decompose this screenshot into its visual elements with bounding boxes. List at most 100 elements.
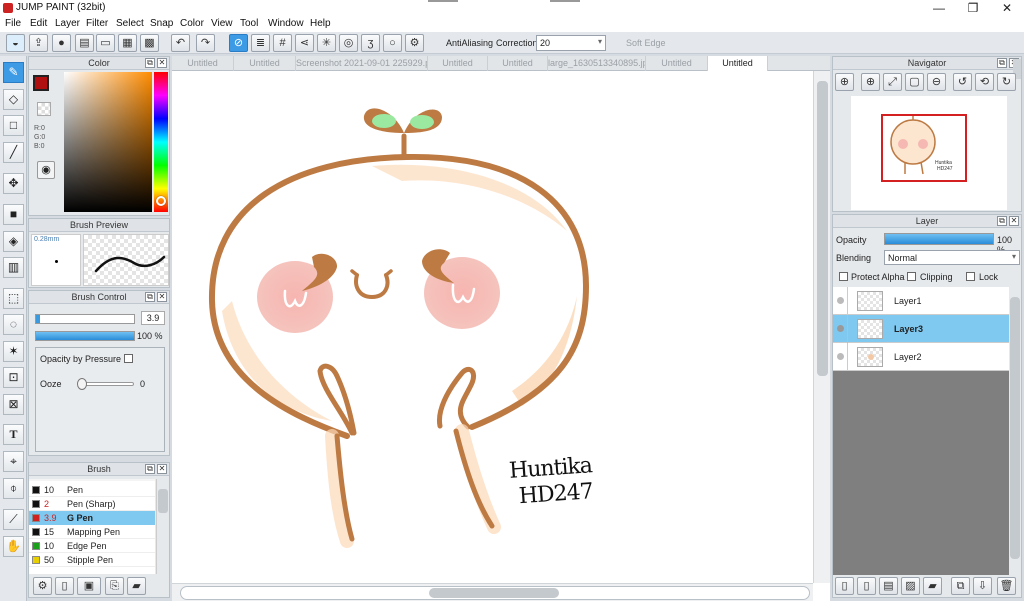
layer-visibility-icon[interactable] [837, 353, 844, 360]
rotate-reset-icon[interactable]: ⟲ [975, 73, 994, 91]
copy-brush-icon[interactable]: ⎘ [105, 577, 124, 595]
tab-active-document[interactable]: Untitled [708, 56, 768, 71]
magic-wand-tool-icon[interactable]: ✶ [3, 341, 24, 362]
new-brush-icon[interactable]: ▯ [55, 577, 74, 595]
layer-folder-icon[interactable]: ▰ [923, 577, 942, 595]
scrollbar-thumb[interactable] [1010, 297, 1020, 559]
brush-list-item[interactable]: 10 Pen [29, 483, 155, 497]
blending-select[interactable]: Normal ▾ [884, 250, 1020, 265]
lock-checkbox[interactable] [966, 272, 975, 281]
layer-list-scrollbar[interactable] [1009, 287, 1021, 575]
radial-snap-icon[interactable]: ✳ [317, 34, 336, 52]
canvas-vertical-scrollbar[interactable] [813, 71, 830, 583]
zoom-in-icon[interactable]: ⊕ [861, 73, 880, 91]
snap-off-icon[interactable]: ⊘ [229, 34, 248, 52]
menu-file[interactable]: File [5, 18, 21, 29]
tab-document[interactable]: Screenshot 2021-09-01 225929.png [296, 56, 428, 71]
eyedropper-tool-icon[interactable]: ⟋ [3, 509, 24, 530]
transparent-color-swatch[interactable] [37, 102, 51, 116]
rectangle-tool-icon[interactable]: □ [3, 115, 24, 136]
move-tool-icon[interactable]: ✥ [3, 173, 24, 194]
foreground-color-swatch[interactable] [33, 75, 49, 91]
parallel-lines-snap-icon[interactable]: ≣ [251, 34, 270, 52]
protect-alpha-checkbox[interactable] [839, 272, 848, 281]
dropper-tool-icon[interactable]: ⌽ [3, 478, 24, 499]
grid-snap-icon[interactable]: # [273, 34, 292, 52]
menu-layer[interactable]: Layer [55, 18, 80, 29]
scrollbar-track[interactable] [180, 586, 810, 600]
close-button[interactable]: ✕ [990, 0, 1024, 17]
eraser-tool-icon[interactable]: ◇ [3, 89, 24, 110]
layer-row[interactable]: Layer2 [833, 343, 1009, 371]
canvas-area[interactable]: Huntika HD247 [172, 56, 830, 601]
navigator-preview[interactable]: Huntika HD247 [851, 96, 1007, 210]
brush-size-slider[interactable] [35, 314, 135, 324]
scrollbar-thumb[interactable] [817, 81, 828, 376]
menu-help[interactable]: Help [310, 18, 331, 29]
gradient-tool-icon[interactable]: ▥ [3, 257, 24, 278]
panel-layout-icon[interactable]: ▦ [118, 34, 137, 52]
snap-settings-icon[interactable]: ⚙ [405, 34, 424, 52]
brush-folder-icon[interactable]: ▰ [127, 577, 146, 595]
clipping-checkbox[interactable] [907, 272, 916, 281]
zoom-actual-icon[interactable]: ⤢ [883, 73, 902, 91]
select-eraser-tool-icon[interactable]: ⊠ [3, 394, 24, 415]
menu-color[interactable]: Color [180, 18, 204, 29]
brush-size-value[interactable]: 3.9 [141, 311, 165, 325]
text-box-icon[interactable]: ▤ [75, 34, 94, 52]
tab-document[interactable]: Untitled [428, 56, 488, 71]
rotate-left-icon[interactable]: ↺ [953, 73, 972, 91]
canvas-horizontal-scrollbar[interactable] [172, 583, 813, 601]
tab-document[interactable]: Untitled [234, 56, 296, 71]
layer-opacity-slider[interactable] [884, 233, 994, 245]
select-pen-tool-icon[interactable]: ⊡ [3, 367, 24, 388]
merge-layer-icon[interactable]: ⇩ [973, 577, 992, 595]
brush-options-icon[interactable]: ▣ [77, 577, 101, 595]
navigator-viewport-frame[interactable]: Huntika HD247 [881, 114, 967, 182]
brush-list-scrollbar[interactable] [156, 479, 169, 574]
palette-icon[interactable]: ◉ [37, 161, 55, 179]
pointer-tool-icon[interactable]: ⌖ [3, 451, 24, 472]
rotate-right-icon[interactable]: ↻ [997, 73, 1016, 91]
fill-rect-tool-icon[interactable]: ■ [3, 204, 24, 225]
vanishing-point-snap-icon[interactable]: ⋖ [295, 34, 314, 52]
curve-snap-icon[interactable]: ʒ [361, 34, 380, 52]
layer-visibility-icon[interactable] [837, 297, 844, 304]
panel-float-icon[interactable]: ⧉ [145, 58, 155, 68]
drawing-canvas[interactable] [172, 71, 812, 583]
tab-document[interactable]: Untitled [172, 56, 234, 71]
circle-snap-icon[interactable]: ○ [383, 34, 402, 52]
menu-tool[interactable]: Tool [240, 18, 258, 29]
ooze-slider-handle[interactable] [77, 378, 87, 390]
undo-icon[interactable]: ↶ [171, 34, 190, 52]
concentric-snap-icon[interactable]: ◎ [339, 34, 358, 52]
panel-close-icon[interactable]: ✕ [1009, 216, 1019, 226]
hand-tool-icon[interactable]: ✋ [3, 536, 24, 557]
panel-float-icon[interactable]: ⧉ [997, 58, 1007, 68]
export-icon[interactable]: ⇪ [29, 34, 48, 52]
new-screentone-layer-icon[interactable]: ▨ [901, 577, 920, 595]
scrollbar-thumb[interactable] [429, 588, 559, 598]
panel-close-icon[interactable]: ✕ [157, 464, 167, 474]
panel-float-icon[interactable]: ⧉ [145, 292, 155, 302]
brush-list-item-selected[interactable]: 3.9 G Pen [29, 511, 155, 525]
layer-row-selected[interactable]: Layer3 [833, 315, 1009, 343]
redo-icon[interactable]: ↷ [196, 34, 215, 52]
bucket-tool-icon[interactable]: ◈ [3, 231, 24, 252]
menu-view[interactable]: View [211, 18, 233, 29]
ooze-slider[interactable] [77, 378, 134, 390]
grid-layout-icon[interactable]: ▩ [140, 34, 159, 52]
lasso-select-tool-icon[interactable]: ◌ [3, 314, 24, 335]
tab-document[interactable]: large_1630513340895.jpg [548, 56, 646, 71]
opacity-by-pressure-checkbox[interactable] [124, 354, 133, 363]
brush-settings-icon[interactable]: ⚙ [33, 577, 52, 595]
tab-document[interactable]: Untitled [646, 56, 708, 71]
duplicate-layer-icon[interactable]: ⧉ [951, 577, 970, 595]
new-halftone-layer-icon[interactable]: ▤ [879, 577, 898, 595]
brush-opacity-slider[interactable] [35, 331, 135, 341]
menu-select[interactable]: Select [116, 18, 144, 29]
line-tool-icon[interactable]: ╱ [3, 142, 24, 163]
document-icon[interactable]: ▭ [96, 34, 115, 52]
menu-filter[interactable]: Filter [86, 18, 108, 29]
panel-close-icon[interactable]: ✕ [157, 292, 167, 302]
